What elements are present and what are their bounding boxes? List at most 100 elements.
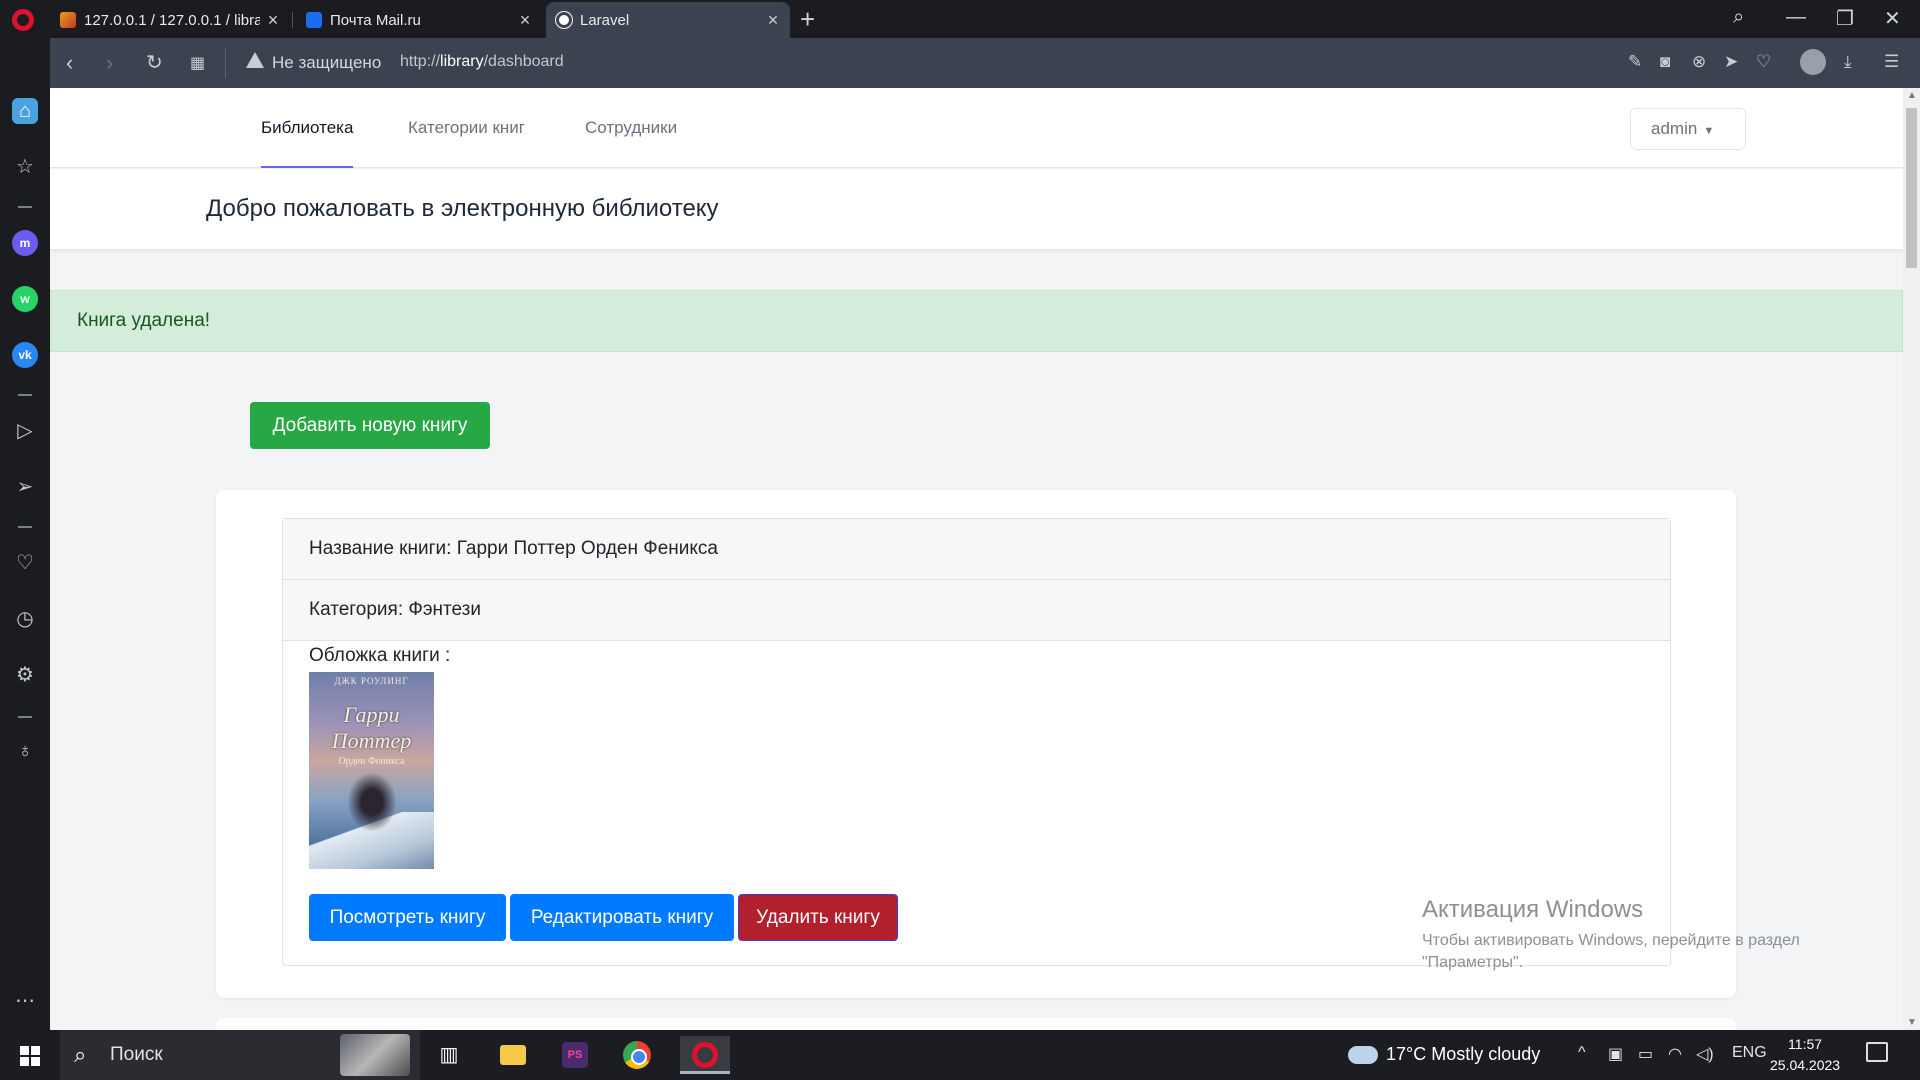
history-icon[interactable]: ◷ — [12, 606, 38, 632]
delete-book-button[interactable]: Удалить книгу — [738, 894, 898, 941]
url-field[interactable]: http://library/dashboard — [400, 53, 564, 71]
divider — [18, 206, 32, 208]
search-placeholder: Поиск — [110, 1044, 163, 1065]
opera-menu-icon[interactable] — [12, 9, 34, 31]
divider — [18, 716, 32, 718]
scrollbar-thumb[interactable] — [1906, 108, 1917, 268]
chrome-icon[interactable] — [618, 1036, 656, 1074]
page-viewport: Библиотека Категории книг Сотрудники adm… — [50, 88, 1903, 1030]
flow-icon[interactable]: ➢ — [12, 474, 38, 500]
back-icon[interactable]: ‹ — [66, 50, 73, 76]
edit-book-button[interactable]: Редактировать книгу — [510, 894, 734, 941]
whatsapp-icon[interactable]: w — [12, 286, 38, 312]
adblock-icon[interactable]: ⊗ — [1692, 52, 1706, 72]
browser-sidebar: ⌂ ☆ m w vk ▷ ➢ ♡ ◷ ⚙ ♁ ⋯ — [0, 38, 50, 1030]
divider — [18, 526, 32, 528]
warning-icon[interactable] — [246, 52, 264, 68]
next-book-card — [216, 1018, 1736, 1030]
close-window-icon[interactable]: ✕ — [1884, 6, 1901, 31]
view-book-button[interactable]: Посмотреть книгу — [309, 894, 506, 941]
book-category: Категория: Фэнтези — [283, 580, 1670, 641]
book-cover-image: ДЖК РОУЛИНГ Гарри Поттер Орден Феникса — [309, 672, 434, 869]
activation-title: Активация Windows — [1422, 896, 1644, 923]
address-bar: ‹ › ↻ ▦ Не защищено http://library/dashb… — [50, 38, 1920, 88]
close-icon[interactable]: × — [518, 10, 532, 31]
cover-author: ДЖК РОУЛИНГ — [334, 676, 409, 686]
forward-icon[interactable]: › — [106, 50, 113, 76]
edit-icon[interactable]: ✎ — [1628, 52, 1642, 72]
notifications-icon[interactable] — [1866, 1042, 1888, 1062]
user-name: admin — [1651, 119, 1698, 138]
send-icon[interactable]: ➤ — [1724, 52, 1738, 72]
reload-icon[interactable]: ↻ — [146, 50, 163, 75]
url-host: library — [440, 53, 484, 70]
volume-icon[interactable]: ◁) — [1696, 1044, 1714, 1064]
taskbar-clock[interactable]: 11:57 25.04.2023 — [1770, 1034, 1840, 1076]
tab-mail[interactable]: Почта Mail.ru × — [296, 2, 542, 38]
network-device-icon[interactable]: ▣ — [1608, 1044, 1623, 1064]
tray-chevron-up-icon[interactable]: ^ — [1578, 1044, 1586, 1062]
close-icon[interactable]: × — [266, 10, 280, 31]
battery-icon[interactable]: ▭ — [1638, 1044, 1653, 1064]
cover-label: Обложка книги : — [309, 645, 451, 666]
database-icon — [60, 12, 76, 28]
home-icon[interactable]: ⌂ — [12, 98, 38, 124]
tab-title: 127.0.0.1 / 127.0.0.1 / library — [84, 11, 260, 29]
security-label[interactable]: Не защищено — [272, 53, 381, 73]
profile-avatar[interactable] — [1800, 49, 1826, 75]
task-view-icon[interactable]: ▥ — [430, 1036, 468, 1074]
scroll-down-icon[interactable]: ▼ — [1907, 1017, 1917, 1028]
messenger-icon[interactable]: m — [12, 230, 38, 256]
windows-activation-watermark: Активация Windows Чтобы активировать Win… — [1422, 896, 1852, 974]
language-indicator[interactable]: ENG — [1732, 1044, 1767, 1062]
cloudy-icon — [1348, 1046, 1378, 1065]
browser-tab-strip: 127.0.0.1 / 127.0.0.1 / library × Почта … — [0, 0, 1920, 38]
app-navbar: Библиотека Категории книг Сотрудники adm… — [50, 88, 1903, 168]
windows-start-icon[interactable] — [20, 1046, 40, 1066]
more-icon[interactable]: ⋯ — [12, 988, 38, 1014]
taskbar-search[interactable]: ⌕ Поиск — [60, 1030, 420, 1080]
nav-link-employees[interactable]: Сотрудники — [585, 88, 677, 168]
player-icon[interactable]: ▷ — [12, 418, 38, 444]
page-title: Добро пожаловать в электронную библиотек… — [206, 195, 719, 222]
weather-text: 17°C Mostly cloudy — [1386, 1044, 1541, 1064]
heart-icon[interactable]: ♡ — [1756, 52, 1771, 72]
weather-widget[interactable]: 17°C Mostly cloudy — [1348, 1044, 1540, 1065]
clock-time: 11:57 — [1788, 1036, 1823, 1052]
cover-creature — [347, 772, 397, 832]
scroll-up-icon[interactable]: ▲ — [1907, 90, 1917, 101]
page-header: Добро пожаловать в электронную библиотек… — [50, 169, 1903, 249]
settings-icon[interactable]: ⚙ — [12, 662, 38, 688]
nav-link-categories[interactable]: Категории книг — [408, 88, 525, 168]
opera-taskbar-icon[interactable] — [680, 1036, 730, 1074]
tabs-grid-icon[interactable]: ▦ — [190, 53, 205, 73]
user-dropdown[interactable]: admin ▼ — [1630, 108, 1746, 150]
bookmarks-heart-icon[interactable]: ♡ — [12, 550, 38, 576]
tab-title: Laravel — [580, 11, 630, 29]
search-highlight-image — [340, 1034, 410, 1076]
add-book-button[interactable]: Добавить новую книгу — [250, 402, 490, 449]
new-tab-icon[interactable]: + — [800, 4, 815, 35]
url-prefix: http:// — [400, 53, 441, 70]
search-tabs-icon[interactable]: ⌕ — [1733, 6, 1744, 29]
minimize-icon[interactable]: — — [1786, 6, 1806, 29]
divider — [225, 48, 226, 78]
camera-icon[interactable]: ◙ — [1660, 52, 1670, 72]
activation-text: Чтобы активировать Windows, перейдите в … — [1422, 932, 1800, 971]
vk-icon[interactable]: vk — [12, 342, 38, 368]
tab-laravel[interactable]: Laravel × — [546, 2, 790, 38]
phpstorm-icon[interactable]: PS — [556, 1036, 594, 1074]
page-scrollbar[interactable]: ▲ ▼ — [1903, 88, 1920, 1030]
wifi-icon[interactable]: ◠ — [1668, 1044, 1682, 1064]
cover-title: Гарри Поттер — [331, 702, 412, 753]
tab-phpmyadmin[interactable]: 127.0.0.1 / 127.0.0.1 / library × — [50, 2, 290, 38]
tips-lightbulb-icon[interactable]: ♁ — [12, 738, 38, 764]
download-icon[interactable]: ⤓ — [1844, 52, 1852, 72]
easy-setup-icon[interactable]: ☰ — [1884, 52, 1899, 72]
nav-link-library[interactable]: Библиотека — [261, 88, 354, 168]
file-explorer-icon[interactable] — [494, 1036, 532, 1074]
close-icon[interactable]: × — [766, 10, 780, 31]
book-title: Название книги: Гарри Поттер Орден Феник… — [283, 519, 1670, 580]
restore-icon[interactable]: ❐ — [1836, 6, 1854, 31]
star-icon[interactable]: ☆ — [12, 154, 38, 180]
